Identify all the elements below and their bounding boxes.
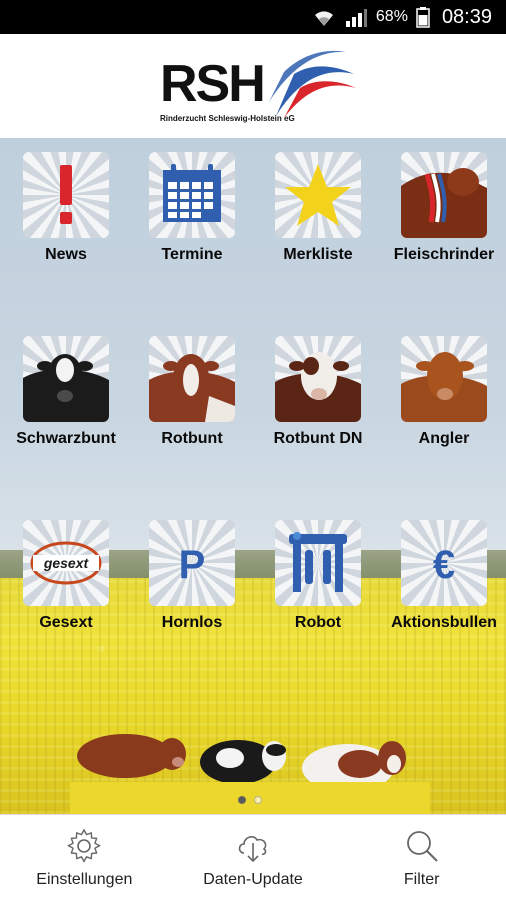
tile-angler[interactable]: Angler — [381, 336, 506, 448]
tile-label: Rotbunt DN — [273, 430, 363, 447]
exclamation-icon — [23, 152, 109, 238]
gesext-logo-text: gesext — [43, 555, 90, 571]
logo-text: RSH — [160, 55, 266, 113]
tile-aktionsbullen[interactable]: € Aktionsbullen — [381, 520, 506, 632]
gesext-logo: gesext — [23, 520, 109, 606]
tile-rotbunt[interactable]: Rotbunt — [129, 336, 255, 448]
letter-p-icon: P — [149, 520, 235, 606]
tile-label: Rotbunt — [161, 430, 223, 447]
beef-cattle-photo — [401, 152, 487, 238]
page-indicator — [238, 796, 262, 804]
logo-subtitle: Rinderzucht Schleswig-Holstein eG — [160, 114, 295, 123]
clock: 08:39 — [441, 5, 492, 28]
rsh-logo: RSH Rinderzucht Schleswig-Holstein eG — [158, 44, 356, 130]
wifi-icon — [312, 6, 336, 28]
black-white-cow-photo — [23, 336, 109, 422]
tile-label: Hornlos — [161, 614, 223, 631]
star-icon — [275, 152, 361, 238]
cloud-download-icon — [238, 835, 267, 862]
settings-button[interactable]: Einstellungen — [0, 815, 169, 900]
tile-label: Gesext — [39, 614, 93, 631]
filter-label: Filter — [403, 870, 440, 888]
tile-label: Angler — [418, 430, 470, 447]
tile-hornlos[interactable]: P Hornlos — [129, 520, 255, 632]
page-dot-2[interactable] — [254, 796, 262, 804]
data-update-button[interactable]: Daten-Update — [169, 815, 338, 900]
tile-fleischrinder[interactable]: Fleischrinder — [381, 152, 506, 264]
red-white-dn-cow-photo — [275, 336, 361, 422]
tile-label: News — [45, 246, 87, 263]
settings-label: Einstellungen — [36, 870, 133, 888]
tile-schwarzbunt[interactable]: Schwarzbunt — [3, 336, 129, 448]
tile-gesext[interactable]: gesext Gesext — [3, 520, 129, 632]
battery-percentage: 68% — [375, 8, 408, 25]
calendar-icon — [149, 152, 235, 238]
app-header: RSH Rinderzucht Schleswig-Holstein eG — [0, 34, 506, 138]
data-update-label: Daten-Update — [203, 870, 303, 888]
page-dot-1[interactable] — [238, 796, 246, 804]
tile-robot[interactable]: Robot — [255, 520, 381, 632]
search-icon — [406, 830, 438, 862]
red-white-cow-photo — [149, 336, 235, 422]
logo-wing-icon — [268, 50, 356, 118]
tile-news[interactable]: News — [3, 152, 129, 264]
tile-termine[interactable]: Termine — [129, 152, 255, 264]
tile-rotbunt-dn[interactable]: Rotbunt DN — [255, 336, 381, 448]
tile-label: Robot — [294, 614, 342, 631]
tile-label: Merkliste — [283, 246, 353, 263]
milking-robot-icon — [275, 520, 361, 606]
euro-icon: € — [401, 520, 487, 606]
gear-icon — [67, 828, 102, 863]
cell-signal-icon — [344, 6, 368, 28]
battery-icon — [416, 6, 430, 28]
tile-label: Fleischrinder — [393, 246, 495, 263]
tile-label: Schwarzbunt — [16, 430, 116, 447]
tile-label: Aktionsbullen — [391, 614, 497, 631]
status-bar: 68% 08:39 — [0, 0, 506, 34]
euro-symbol: € — [433, 543, 455, 587]
hornlos-letter: P — [179, 543, 206, 587]
filter-button[interactable]: Filter — [337, 815, 506, 900]
tile-label: Termine — [161, 246, 223, 263]
bottom-nav: Einstellungen Daten-Update Filter — [0, 814, 506, 900]
angler-cow-photo — [401, 336, 487, 422]
tile-merkliste[interactable]: Merkliste — [255, 152, 381, 264]
